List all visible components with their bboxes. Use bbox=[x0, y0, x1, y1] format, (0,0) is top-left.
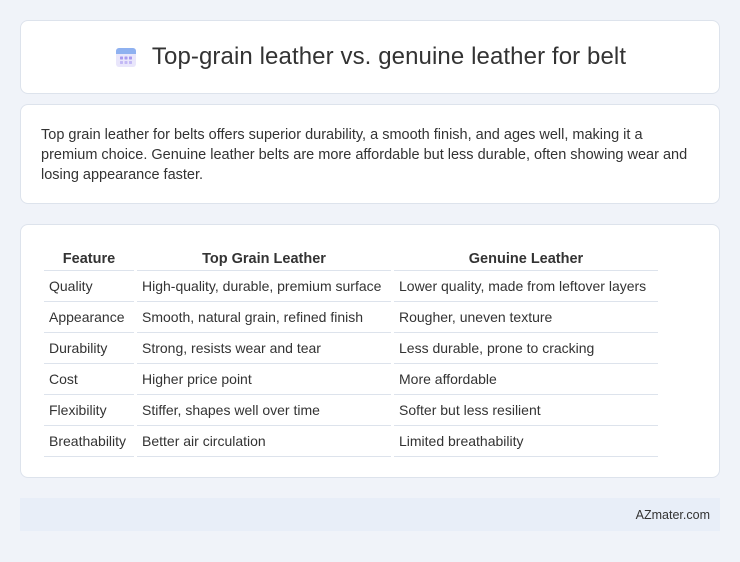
cell-genuine: More affordable bbox=[394, 364, 658, 395]
cell-feature: Appearance bbox=[44, 302, 134, 333]
table-header-row: Feature Top Grain Leather Genuine Leathe… bbox=[44, 245, 658, 271]
table-row: Quality High-quality, durable, premium s… bbox=[44, 271, 658, 302]
footer-site-link[interactable]: AZmater.com bbox=[636, 508, 710, 522]
cell-genuine: Lower quality, made from leftover layers bbox=[394, 271, 658, 302]
table-row: Flexibility Stiffer, shapes well over ti… bbox=[44, 395, 658, 426]
cell-top-grain: Better air circulation bbox=[137, 426, 391, 457]
title-card: Top-grain leather vs. genuine leather fo… bbox=[20, 20, 720, 94]
footer: AZmater.com bbox=[20, 498, 720, 531]
header-feature: Feature bbox=[44, 245, 134, 271]
summary-card: Top grain leather for belts offers super… bbox=[20, 104, 720, 204]
cell-top-grain: Higher price point bbox=[137, 364, 391, 395]
table-row: Cost Higher price point More affordable bbox=[44, 364, 658, 395]
comparison-table-card: Feature Top Grain Leather Genuine Leathe… bbox=[20, 224, 720, 478]
cell-feature: Cost bbox=[44, 364, 134, 395]
calendar-icon bbox=[114, 45, 138, 69]
cell-top-grain: Smooth, natural grain, refined finish bbox=[137, 302, 391, 333]
cell-genuine: Softer but less resilient bbox=[394, 395, 658, 426]
table-row: Durability Strong, resists wear and tear… bbox=[44, 333, 658, 364]
cell-top-grain: High-quality, durable, premium surface bbox=[137, 271, 391, 302]
cell-feature: Quality bbox=[44, 271, 134, 302]
cell-top-grain: Stiffer, shapes well over time bbox=[137, 395, 391, 426]
cell-genuine: Rougher, uneven texture bbox=[394, 302, 658, 333]
header-top-grain: Top Grain Leather bbox=[137, 245, 391, 271]
table-row: Breathability Better air circulation Lim… bbox=[44, 426, 658, 457]
table-row: Appearance Smooth, natural grain, refine… bbox=[44, 302, 658, 333]
cell-feature: Breathability bbox=[44, 426, 134, 457]
summary-text: Top grain leather for belts offers super… bbox=[41, 127, 688, 183]
comparison-table: Feature Top Grain Leather Genuine Leathe… bbox=[41, 245, 661, 457]
page-title: Top-grain leather vs. genuine leather fo… bbox=[151, 43, 627, 70]
cell-feature: Flexibility bbox=[44, 395, 134, 426]
cell-genuine: Limited breathability bbox=[394, 426, 658, 457]
title-wrap: Top-grain leather vs. genuine leather fo… bbox=[114, 43, 626, 71]
cell-top-grain: Strong, resists wear and tear bbox=[137, 333, 391, 364]
cell-feature: Durability bbox=[44, 333, 134, 364]
cell-genuine: Less durable, prone to cracking bbox=[394, 333, 658, 364]
header-genuine: Genuine Leather bbox=[394, 245, 658, 271]
